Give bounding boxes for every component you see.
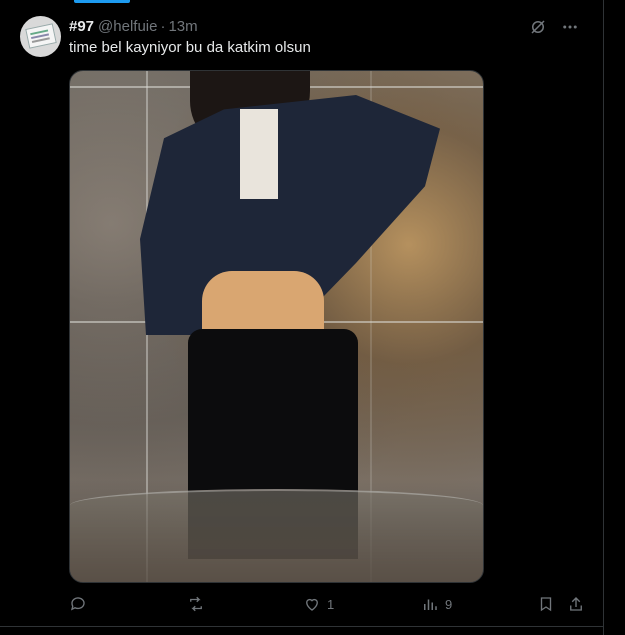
tweet-header: #97 @helfuie · 13m xyxy=(69,16,198,36)
more-icon[interactable] xyxy=(559,16,581,38)
retweet-icon xyxy=(190,596,202,612)
like-count: 1 xyxy=(327,596,335,612)
photo-floor-reflection xyxy=(70,489,483,582)
share-icon xyxy=(570,597,582,611)
separator-dot: · xyxy=(160,17,166,35)
bookmark-icon xyxy=(540,597,552,612)
photo-tshirt xyxy=(240,109,278,199)
bookmark-button[interactable] xyxy=(537,592,555,616)
timestamp[interactable]: 13m xyxy=(168,18,197,35)
like-button[interactable]: 1 xyxy=(303,592,334,616)
tweet-top-actions xyxy=(527,16,581,38)
column-divider xyxy=(603,0,604,635)
views-count: 9 xyxy=(445,596,453,612)
tweet[interactable]: #97 @helfuie · 13m time bel kayniyor bu … xyxy=(0,0,603,626)
views-button[interactable]: 9 xyxy=(421,592,452,616)
tweet-photo[interactable] xyxy=(69,70,484,583)
username-handle[interactable]: @helfuie xyxy=(98,18,157,35)
tweet-text: time bel kayniyor bu da katkim olsun xyxy=(69,39,311,56)
heart-icon xyxy=(306,598,318,611)
grok-icon[interactable] xyxy=(527,16,549,38)
share-button[interactable] xyxy=(567,592,585,616)
reply-button[interactable] xyxy=(69,592,93,616)
tweet-divider xyxy=(0,626,604,627)
retweet-button[interactable] xyxy=(187,592,211,616)
avatar[interactable] xyxy=(20,16,61,57)
display-name[interactable]: #97 xyxy=(69,18,94,35)
reply-icon xyxy=(70,597,85,611)
avatar-image xyxy=(25,23,57,49)
tweet-actions: 1 9 xyxy=(69,592,589,616)
views-icon xyxy=(424,599,437,610)
